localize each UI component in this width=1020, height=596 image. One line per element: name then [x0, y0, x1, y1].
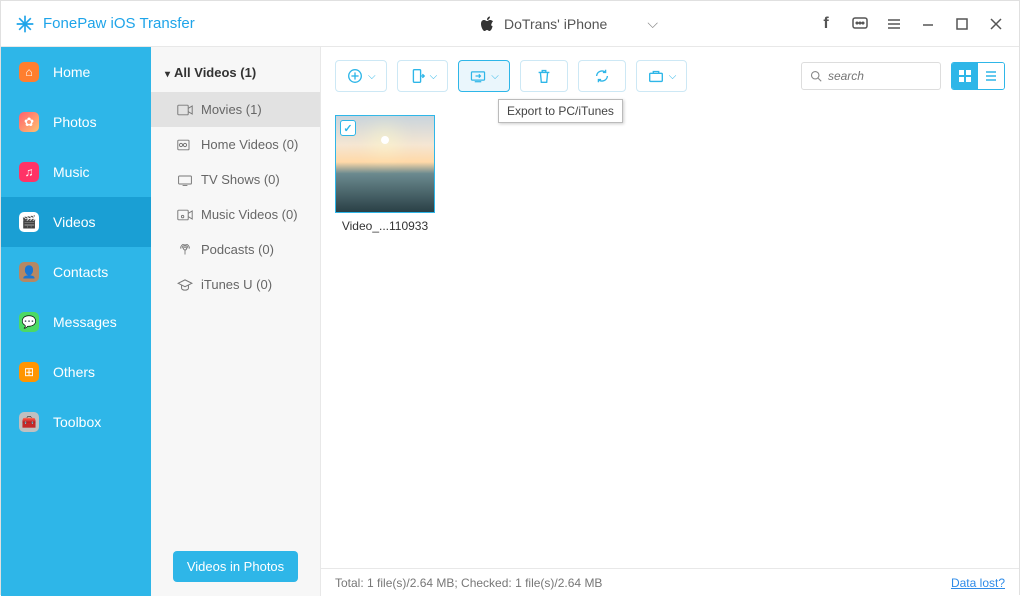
- sidebar-item-label: Photos: [53, 114, 97, 130]
- toolbox-icon: 🧰: [19, 412, 39, 432]
- status-text: Total: 1 file(s)/2.64 MB; Checked: 1 fil…: [335, 576, 602, 590]
- videos-in-photos-button[interactable]: Videos in Photos: [173, 551, 298, 582]
- music-icon: ♫: [19, 162, 39, 182]
- chevron-down-icon: ⌵: [491, 71, 499, 82]
- video-item[interactable]: ✓ Video_...110933: [335, 115, 435, 233]
- sidebar-item-label: Home: [53, 64, 90, 80]
- videos-icon: 🎬: [19, 212, 39, 232]
- category-tv-shows[interactable]: TV Shows (0): [151, 162, 320, 197]
- sidebar-item-label: Videos: [53, 214, 96, 230]
- briefcase-icon: [647, 67, 665, 85]
- sidebar-item-label: Contacts: [53, 264, 108, 280]
- content-grid: ✓ Video_...110933: [321, 105, 1019, 568]
- device-picker[interactable]: DoTrans' iPhone ⌵: [321, 15, 817, 32]
- toolbox-button[interactable]: ⌵: [636, 60, 688, 92]
- sidebar-item-messages[interactable]: 💬 Messages: [1, 297, 151, 347]
- category-label: Home Videos (0): [201, 137, 298, 152]
- export-to-pc-button[interactable]: ⌵: [458, 60, 510, 92]
- sidebar-secondary: All Videos (1) Movies (1) Home Videos (0…: [151, 47, 321, 596]
- sidebar-item-label: Others: [53, 364, 95, 380]
- contacts-icon: 👤: [19, 262, 39, 282]
- facebook-icon[interactable]: f: [817, 15, 835, 33]
- feedback-icon[interactable]: [851, 16, 869, 32]
- search-input[interactable]: [801, 62, 941, 90]
- category-label: Music Videos (0): [201, 207, 298, 222]
- sidebar-item-contacts[interactable]: 👤 Contacts: [1, 247, 151, 297]
- maximize-icon[interactable]: [953, 18, 971, 30]
- home-icon: ⌂: [19, 62, 39, 82]
- chevron-down-icon: ⌵: [669, 71, 677, 82]
- sidebar-item-others[interactable]: ⊞ Others: [1, 347, 151, 397]
- home-videos-icon: [177, 139, 193, 151]
- sidebar-item-photos[interactable]: ✿ Photos: [1, 97, 151, 147]
- export-device-icon: [408, 67, 426, 85]
- search-field[interactable]: [828, 69, 932, 83]
- category-itunes-u[interactable]: iTunes U (0): [151, 267, 320, 302]
- refresh-button[interactable]: [578, 60, 626, 92]
- category-label: iTunes U (0): [201, 277, 272, 292]
- plus-circle-icon: [346, 67, 364, 85]
- minimize-icon[interactable]: [919, 17, 937, 31]
- category-label: Podcasts (0): [201, 242, 274, 257]
- category-label: TV Shows (0): [201, 172, 280, 187]
- category-label: Movies (1): [201, 102, 262, 117]
- search-icon: [810, 69, 822, 83]
- sidebar-item-label: Toolbox: [53, 414, 101, 430]
- video-thumbnail[interactable]: ✓: [335, 115, 435, 213]
- export-to-device-button[interactable]: ⌵: [397, 60, 449, 92]
- brand: FonePaw iOS Transfer: [1, 14, 321, 34]
- itunes-u-icon: [177, 279, 193, 291]
- music-videos-icon: [177, 209, 193, 221]
- list-view-button[interactable]: [978, 63, 1004, 89]
- app-logo-icon: [15, 14, 35, 34]
- close-icon[interactable]: [987, 17, 1005, 31]
- others-icon: ⊞: [19, 362, 39, 382]
- chevron-down-icon: ⌵: [647, 15, 658, 32]
- tv-shows-icon: [177, 174, 193, 186]
- messages-icon: 💬: [19, 312, 39, 332]
- chevron-down-icon: ⌵: [430, 71, 438, 82]
- category-home-videos[interactable]: Home Videos (0): [151, 127, 320, 162]
- podcasts-icon: [177, 244, 193, 256]
- category-podcasts[interactable]: Podcasts (0): [151, 232, 320, 267]
- sidebar-item-toolbox[interactable]: 🧰 Toolbox: [1, 397, 151, 447]
- grid-icon: [958, 69, 972, 83]
- category-movies[interactable]: Movies (1): [151, 92, 320, 127]
- video-filename: Video_...110933: [342, 219, 428, 233]
- delete-button[interactable]: [520, 60, 568, 92]
- sidebar-item-videos[interactable]: 🎬 Videos: [1, 197, 151, 247]
- view-toggle: [951, 62, 1005, 90]
- toolbar: ⌵ ⌵ ⌵ ⌵: [321, 47, 1019, 105]
- apple-icon: [480, 16, 494, 32]
- sidebar-item-label: Music: [53, 164, 90, 180]
- sidebar-primary: ⌂ Home ✿ Photos ♫ Music 🎬 Videos 👤 Conta…: [1, 47, 151, 596]
- device-name: DoTrans' iPhone: [504, 16, 607, 32]
- list-icon: [984, 69, 998, 83]
- item-checkbox[interactable]: ✓: [340, 120, 356, 136]
- refresh-icon: [593, 67, 611, 85]
- menu-icon[interactable]: [885, 16, 903, 32]
- window-controls: f: [817, 15, 1019, 33]
- statusbar: Total: 1 file(s)/2.64 MB; Checked: 1 fil…: [321, 568, 1019, 596]
- category-music-videos[interactable]: Music Videos (0): [151, 197, 320, 232]
- grid-view-button[interactable]: [952, 63, 978, 89]
- photos-icon: ✿: [19, 112, 39, 132]
- add-button[interactable]: ⌵: [335, 60, 387, 92]
- category-header[interactable]: All Videos (1): [151, 53, 320, 92]
- main-content: ⌵ ⌵ ⌵ ⌵: [321, 47, 1019, 596]
- export-pc-icon: [469, 67, 487, 85]
- chevron-down-icon: ⌵: [368, 71, 376, 82]
- sidebar-item-home[interactable]: ⌂ Home: [1, 47, 151, 97]
- trash-icon: [535, 67, 553, 85]
- export-tooltip: Export to PC/iTunes: [498, 99, 623, 123]
- titlebar: FonePaw iOS Transfer DoTrans' iPhone ⌵ f: [1, 1, 1019, 47]
- data-lost-link[interactable]: Data lost?: [951, 576, 1005, 590]
- sidebar-item-label: Messages: [53, 314, 117, 330]
- sidebar-item-music[interactable]: ♫ Music: [1, 147, 151, 197]
- app-title: FonePaw iOS Transfer: [43, 15, 195, 32]
- movies-icon: [177, 104, 193, 116]
